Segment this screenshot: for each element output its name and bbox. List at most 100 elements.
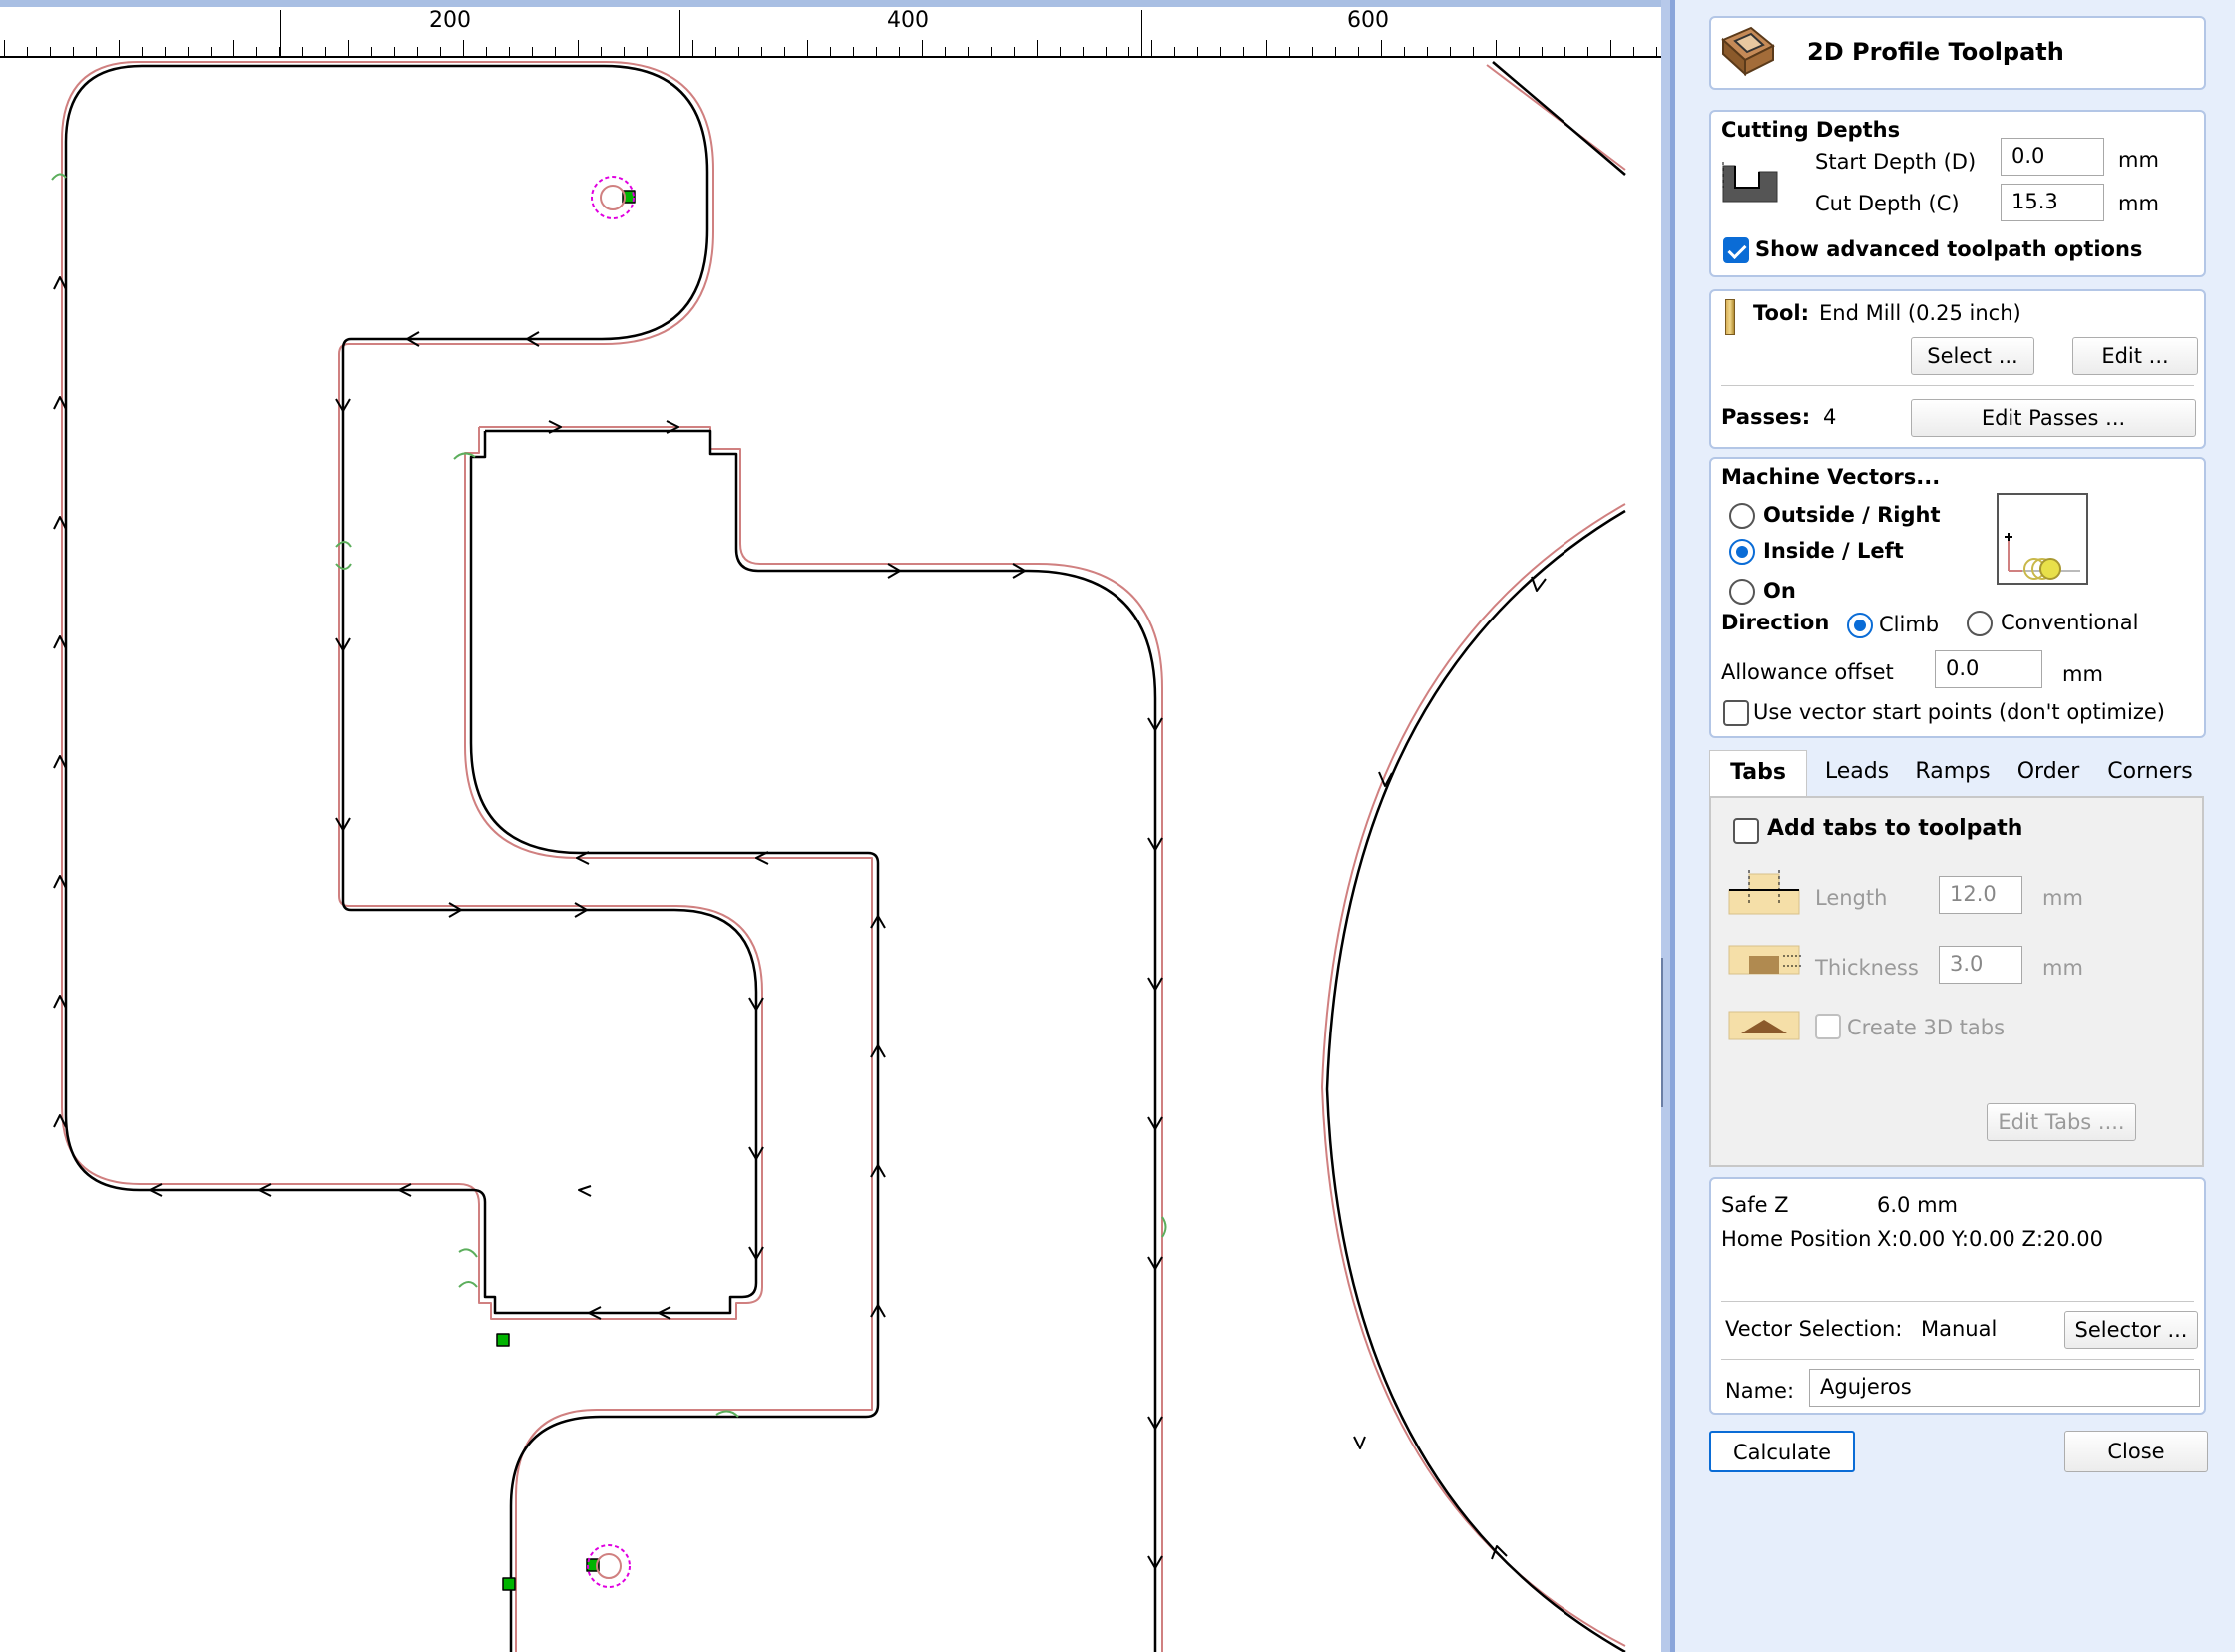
add-tabs-checkbox[interactable] <box>1733 818 1759 844</box>
ruler-tick <box>922 40 923 56</box>
ruler-tick <box>50 47 51 56</box>
ruler-tick <box>256 47 257 56</box>
on-radio[interactable] <box>1729 579 1755 605</box>
allowance-field[interactable]: 0.0 <box>1935 650 2042 688</box>
create-3d-tabs-checkbox[interactable] <box>1815 1014 1841 1039</box>
vector-selection-value: Manual <box>1921 1317 1998 1341</box>
ruler-tick <box>27 47 28 56</box>
ruler-tick <box>1266 40 1267 56</box>
tool-value: End Mill (0.25 inch) <box>1819 301 2021 325</box>
edit-tabs-button[interactable]: Edit Tabs .... <box>1987 1103 2136 1141</box>
panel-title: 2D Profile Toolpath <box>1807 38 2064 66</box>
advanced-options-checkbox[interactable] <box>1723 237 1749 263</box>
ruler-tick <box>1564 47 1565 56</box>
tab-ramps[interactable]: Ramps <box>1905 750 2001 796</box>
climb-radio[interactable] <box>1847 613 1873 638</box>
start-nodes <box>496 190 636 1591</box>
ruler-tick <box>188 47 189 56</box>
cutting-depths-group: Cutting Depths Start Depth (D) 0.0 mm Cu… <box>1709 110 2206 277</box>
ruler-tick <box>1197 47 1198 56</box>
horizontal-ruler: 200 400 600 <box>0 0 1661 58</box>
tool-group: Tool: End Mill (0.25 inch) Select ... Ed… <box>1709 289 2206 449</box>
tabs-page: Add tabs to toolpath Length 12.0 mm Thic… <box>1709 796 2204 1167</box>
ruler-tick <box>899 47 900 56</box>
ruler-tick <box>738 47 739 56</box>
ruler-label: 400 <box>887 8 929 33</box>
ruler-tick <box>1312 47 1313 56</box>
vector-drawing[interactable] <box>0 0 1661 1652</box>
panel-header: 2D Profile Toolpath <box>1709 16 2206 90</box>
name-field[interactable]: Agujeros <box>1809 1369 2200 1407</box>
tool-edit-button[interactable]: Edit ... <box>2072 337 2198 375</box>
tab-corners[interactable]: Corners <box>2096 750 2204 796</box>
tool-label: Tool: <box>1753 301 1809 325</box>
cutting-depths-heading: Cutting Depths <box>1721 118 1901 142</box>
ruler-tick <box>647 47 648 56</box>
ruler-tick <box>73 47 74 56</box>
ruler-tick <box>509 47 510 56</box>
selector-button[interactable]: Selector ... <box>2064 1311 2198 1349</box>
ruler-tick <box>417 47 418 56</box>
ruler-tick <box>715 47 716 56</box>
tool-select-button[interactable]: Select ... <box>1911 337 2034 375</box>
ruler-tick <box>555 47 556 56</box>
ruler-tick <box>1587 47 1588 56</box>
passes-value: 4 <box>1823 405 1837 429</box>
vector-selection-label: Vector Selection: <box>1725 1317 1903 1341</box>
ruler-tick <box>211 47 212 56</box>
cut-depth-icon <box>1722 162 1778 203</box>
calculate-button[interactable]: Calculate <box>1709 1431 1855 1472</box>
inside-left-radio[interactable] <box>1729 539 1755 565</box>
tab-tabs[interactable]: Tabs <box>1709 750 1807 796</box>
toolpath-inner-shape-2 <box>464 427 873 1652</box>
tab-order[interactable]: Order <box>2003 750 2094 796</box>
ruler-tick <box>761 47 762 56</box>
ruler-tick <box>807 40 808 56</box>
ruler-tick <box>1358 47 1359 56</box>
outside-right-radio[interactable] <box>1729 503 1755 529</box>
conventional-radio[interactable] <box>1967 611 1993 636</box>
tab-length-unit: mm <box>2042 886 2083 910</box>
cut-depth-field[interactable]: 15.3 <box>2001 184 2104 221</box>
ruler-tick <box>1610 40 1611 56</box>
large-circle <box>1325 509 1626 1652</box>
edit-passes-button[interactable]: Edit Passes ... <box>1911 399 2196 437</box>
profile-toolpath-icon <box>1721 26 1775 77</box>
tab-leads[interactable]: Leads <box>1809 750 1905 796</box>
tab-thickness-field[interactable]: 3.0 <box>1939 946 2022 984</box>
machine-vectors-group: Machine Vectors... Outside / Right Insid… <box>1709 457 2206 738</box>
tab-length-field[interactable]: 12.0 <box>1939 876 2022 914</box>
ruler-major-tick <box>679 10 680 56</box>
home-position-value: X:0.00 Y:0.00 Z:20.00 <box>1877 1227 2104 1251</box>
ruler-tick <box>1427 47 1428 56</box>
panel-splitter[interactable] <box>1661 0 1675 1652</box>
vector-start-checkbox[interactable] <box>1723 700 1749 726</box>
ruler-tick <box>463 40 464 56</box>
ruler-tick <box>1083 47 1084 56</box>
safe-z-label: Safe Z <box>1721 1193 1789 1217</box>
vector-start-label: Use vector start points (don't optimize) <box>1753 700 2165 724</box>
ruler-tick <box>119 40 120 56</box>
ruler-tick <box>945 47 946 56</box>
ruler-tick <box>142 47 143 56</box>
ruler-tick <box>1174 47 1175 56</box>
ruler-tick <box>853 47 854 56</box>
machine-vectors-heading: Machine Vectors... <box>1721 465 1941 489</box>
tab-thickness-unit: mm <box>2042 956 2083 980</box>
home-position-label: Home Position <box>1721 1227 1872 1251</box>
inside-left-label: Inside / Left <box>1763 539 1904 563</box>
ruler-tick <box>394 47 395 56</box>
ruler-tick <box>578 40 579 56</box>
drawing-canvas[interactable]: 200 400 600 <box>0 0 1661 1652</box>
ruler-tick <box>440 47 441 56</box>
close-button[interactable]: Close <box>2064 1431 2208 1472</box>
allowance-unit: mm <box>2062 662 2103 686</box>
cut-depth-label: Cut Depth (C) <box>1815 192 1960 215</box>
arc-top-right <box>1492 61 1626 176</box>
ruler-label: 200 <box>429 8 471 33</box>
ruler-tick <box>1220 47 1221 56</box>
ruler-tick <box>1450 47 1451 56</box>
toolpath-lines <box>61 61 1626 1652</box>
toolpath-panel: 2D Profile Toolpath Cutting Depths Start… <box>1675 0 2235 1652</box>
start-depth-field[interactable]: 0.0 <box>2001 138 2104 176</box>
